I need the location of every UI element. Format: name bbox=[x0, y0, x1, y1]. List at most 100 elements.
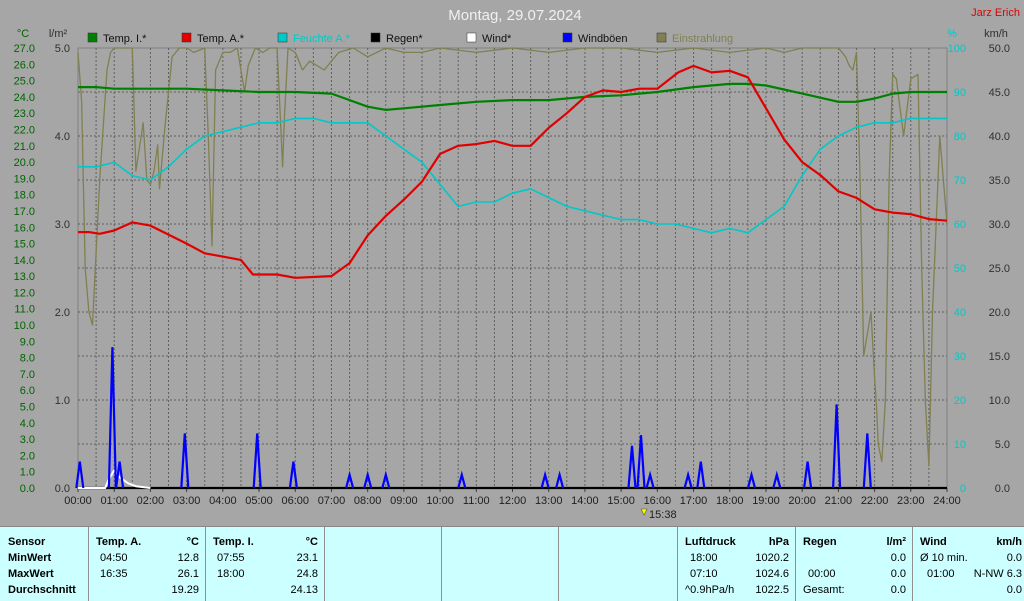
rain-total-label: Gesamt: bbox=[803, 584, 845, 596]
time-tick-label: 22:00 bbox=[861, 495, 889, 507]
stats-sensor-column: Sensor MinWert MaxWert Durchschnitt bbox=[0, 527, 89, 601]
rain-axis-unit: l/m² bbox=[49, 28, 68, 40]
time-tick-label: 05:00 bbox=[245, 495, 273, 507]
time-tick-label: 02:00 bbox=[137, 495, 165, 507]
humidity-tick-label: 0 bbox=[960, 483, 966, 495]
temp-tick-label: 20.0 bbox=[14, 157, 35, 169]
time-tick-label: 18:00 bbox=[716, 495, 744, 507]
wind-tick-label: 15.0 bbox=[989, 351, 1010, 363]
legend-swatch bbox=[370, 32, 381, 43]
wind-max-value: N-NW 6.3 bbox=[973, 568, 1022, 580]
chart-title: Montag, 29.07.2024 bbox=[448, 7, 581, 24]
time-marker-label: 15:38 bbox=[649, 509, 677, 521]
wind-avg-label: Ø 10 min. bbox=[920, 552, 968, 564]
temp-tick-label: 6.0 bbox=[20, 385, 35, 397]
rain-tick-label: 4.0 bbox=[55, 131, 70, 143]
temp-tick-label: 25.0 bbox=[14, 76, 35, 88]
rain-unit: l/m² bbox=[886, 536, 906, 548]
legend-label: Wind* bbox=[482, 33, 512, 45]
temp-a-max-time: 16:35 bbox=[100, 568, 128, 580]
temp-tick-label: 9.0 bbox=[20, 336, 35, 348]
temp-a-max-value: 26.1 bbox=[177, 568, 199, 580]
temp-tick-label: 3.0 bbox=[20, 434, 35, 446]
stats-temp-i-column: Temp. I. °C 07:55 23.1 18:00 24.8 24.13 bbox=[206, 527, 325, 601]
temp-i-max-value: 24.8 bbox=[296, 568, 318, 580]
temp-tick-label: 8.0 bbox=[20, 353, 35, 365]
rain-tick-label: 2.0 bbox=[55, 307, 70, 319]
humidity-tick-label: 40 bbox=[954, 307, 966, 319]
wind-max-time: 01:00 bbox=[927, 568, 955, 580]
stats-empty-column-2 bbox=[442, 527, 559, 601]
temp-a-avg: 19.29 bbox=[171, 584, 199, 596]
time-tick-label: 20:00 bbox=[788, 495, 816, 507]
time-tick-label: 14:00 bbox=[571, 495, 599, 507]
temp-a-min-value: 12.8 bbox=[177, 552, 199, 564]
row-label-avg: Durchschnitt bbox=[8, 584, 76, 596]
sensor-header: Sensor bbox=[8, 536, 46, 548]
wind-axis-unit: km/h bbox=[984, 28, 1008, 40]
temp-tick-label: 27.0 bbox=[14, 43, 35, 55]
time-tick-label: 21:00 bbox=[825, 495, 853, 507]
humidity-tick-label: 100 bbox=[948, 43, 966, 55]
statistics-panel: Sensor MinWert MaxWert Durchschnitt Temp… bbox=[0, 526, 1024, 601]
time-tick-label: 01:00 bbox=[100, 495, 128, 507]
wind-header: Wind bbox=[920, 536, 947, 548]
stats-wind-column: Wind km/h Ø 10 min. 0.0 01:00 N-NW 6.3 0… bbox=[913, 527, 1024, 601]
legend-swatch bbox=[87, 32, 98, 43]
rain-total: 0.0 bbox=[890, 584, 906, 596]
temp-tick-label: 4.0 bbox=[20, 418, 35, 430]
temp-tick-label: 26.0 bbox=[14, 59, 35, 71]
time-tick-label: 06:00 bbox=[281, 495, 309, 507]
wind-tick-label: 40.0 bbox=[989, 131, 1010, 143]
rain-tick-label: 1.0 bbox=[55, 395, 70, 407]
legend-swatch bbox=[277, 32, 288, 43]
legend-label: Regen* bbox=[386, 33, 423, 45]
temp-tick-label: 13.0 bbox=[14, 271, 35, 283]
legend-label: Temp. I.* bbox=[103, 33, 147, 45]
humidity-tick-label: 70 bbox=[954, 175, 966, 187]
time-tick-label: 17:00 bbox=[680, 495, 708, 507]
time-tick-label: 00:00 bbox=[64, 495, 92, 507]
humidity-tick-label: 50 bbox=[954, 263, 966, 275]
legend-swatch bbox=[656, 32, 667, 43]
temp-tick-label: 10.0 bbox=[14, 320, 35, 332]
pressure-header: Luftdruck bbox=[685, 536, 736, 548]
legend-swatch bbox=[181, 32, 192, 43]
temp-tick-label: 23.0 bbox=[14, 108, 35, 120]
rain-tick-label: 0.0 bbox=[55, 483, 70, 495]
pressure-unit: hPa bbox=[768, 536, 789, 548]
temp-i-min-value: 23.1 bbox=[296, 552, 318, 564]
time-tick-label: 16:00 bbox=[644, 495, 672, 507]
temp-i-min-time: 07:55 bbox=[217, 552, 245, 564]
time-tick-label: 04:00 bbox=[209, 495, 237, 507]
legend-swatch bbox=[466, 32, 477, 43]
time-tick-label: 08:00 bbox=[354, 495, 382, 507]
wind-tick-label: 0.0 bbox=[995, 483, 1010, 495]
wind-row3-value: 0.0 bbox=[1006, 584, 1022, 596]
time-tick-label: 09:00 bbox=[390, 495, 418, 507]
temp-tick-label: 5.0 bbox=[20, 402, 35, 414]
stats-empty-column-1 bbox=[325, 527, 442, 601]
wind-tick-label: 25.0 bbox=[989, 263, 1010, 275]
wind-tick-label: 45.0 bbox=[989, 87, 1010, 99]
time-tick-label: 15:00 bbox=[607, 495, 635, 507]
rain-max-time: 00:00 bbox=[808, 568, 836, 580]
pressure-avg: 1022.5 bbox=[755, 584, 789, 596]
author-label: Jarz Erich bbox=[971, 7, 1020, 19]
legend-label: Windböen bbox=[578, 33, 628, 45]
temp-tick-label: 19.0 bbox=[14, 173, 35, 185]
temp-tick-label: 14.0 bbox=[14, 255, 35, 267]
humidity-tick-label: 30 bbox=[954, 351, 966, 363]
temp-tick-label: 7.0 bbox=[20, 369, 35, 381]
temp-i-avg: 24.13 bbox=[290, 584, 318, 596]
stats-pressure-column: Luftdruck hPa 18:00 1020.2 07:10 1024.6 … bbox=[678, 527, 796, 601]
humidity-tick-label: 20 bbox=[954, 395, 966, 407]
temp-tick-label: 0.0 bbox=[20, 483, 35, 495]
row-label-min: MinWert bbox=[8, 552, 52, 564]
time-tick-label: 24:00 bbox=[933, 495, 961, 507]
temp-tick-label: 22.0 bbox=[14, 124, 35, 136]
temp-tick-label: 17.0 bbox=[14, 206, 35, 218]
legend-swatch bbox=[562, 32, 573, 43]
rain-max-value: 0.0 bbox=[890, 568, 906, 580]
temp-tick-label: 12.0 bbox=[14, 287, 35, 299]
